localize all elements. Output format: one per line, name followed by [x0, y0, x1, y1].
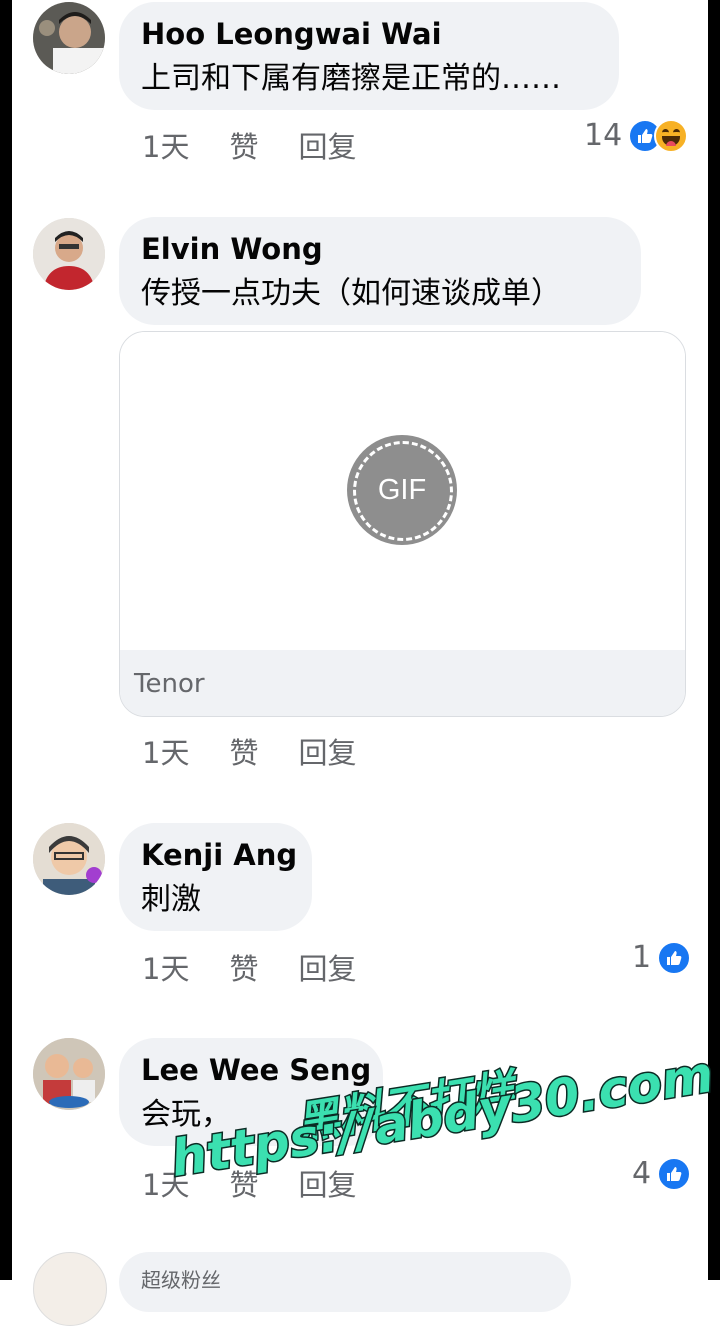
gif-badge: GIF — [347, 435, 457, 545]
like-button[interactable]: 赞 — [229, 946, 258, 988]
avatar[interactable] — [33, 218, 105, 290]
comment-text: 上司和下属有磨擦是正常的…… — [141, 61, 561, 96]
comment-author[interactable]: Elvin Wong — [141, 227, 617, 271]
gif-label: GIF — [377, 473, 427, 506]
comment-author[interactable]: Kenji Ang — [141, 833, 297, 877]
like-button[interactable]: 赞 — [229, 730, 258, 772]
comment-actions: 1天 赞 回复 — [142, 730, 356, 772]
comment-text: 传授一点功夫（如何速谈成单） — [141, 276, 561, 311]
comment-bubble[interactable]: Hoo Leongwai Wai 上司和下属有磨擦是正常的…… — [119, 2, 619, 110]
reaction-summary[interactable]: 14 — [584, 118, 689, 153]
comment-time[interactable]: 1天 — [142, 946, 189, 988]
comment-time[interactable]: 1天 — [142, 730, 189, 772]
reaction-count: 1 — [632, 940, 652, 975]
comment-bubble[interactable]: Elvin Wong 传授一点功夫（如何速谈成单） — [119, 217, 641, 325]
reply-button[interactable]: 回复 — [298, 946, 356, 988]
comment-bubble[interactable]: Kenji Ang 刺激 — [119, 823, 312, 931]
comment-text: 刺激 — [141, 882, 201, 917]
reply-button[interactable]: 回复 — [298, 124, 356, 166]
reaction-summary[interactable]: 1 — [632, 940, 692, 975]
avatar[interactable] — [33, 1252, 107, 1326]
reaction-count: 4 — [632, 1156, 652, 1191]
avatar[interactable] — [33, 1038, 105, 1110]
comment-actions: 1天 赞 回复 — [142, 124, 356, 166]
haha-icon — [654, 118, 689, 153]
top-fan-badge: 超级粉丝 — [141, 1268, 221, 1292]
comment-actions: 1天 赞 回复 — [142, 946, 356, 988]
reaction-count: 14 — [584, 118, 623, 153]
reaction-summary[interactable]: 4 — [632, 1156, 692, 1191]
comment-author[interactable]: Hoo Leongwai Wai — [141, 12, 595, 56]
reply-button[interactable]: 回复 — [298, 730, 356, 772]
gif-preview[interactable]: GIF — [120, 332, 685, 650]
like-button[interactable]: 赞 — [229, 124, 258, 166]
gif-source[interactable]: Tenor — [120, 650, 685, 716]
like-icon — [657, 1156, 692, 1191]
reply-button[interactable]: 回复 — [298, 1162, 356, 1204]
left-edge — [0, 0, 12, 1280]
gif-attachment[interactable]: GIF Tenor — [119, 331, 686, 717]
avatar[interactable] — [33, 2, 105, 74]
comment-time[interactable]: 1天 — [142, 124, 189, 166]
avatar[interactable] — [33, 823, 105, 895]
like-icon — [657, 940, 692, 975]
comment-bubble[interactable]: 超级粉丝 — [119, 1252, 571, 1312]
